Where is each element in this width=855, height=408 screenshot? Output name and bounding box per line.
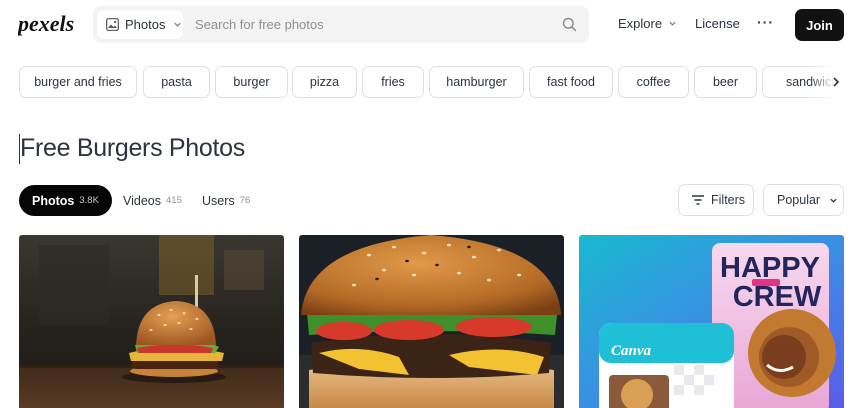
photo-card-3-ad[interactable]: HAPPY CREW Canva bbox=[579, 235, 844, 408]
image-icon bbox=[106, 18, 119, 31]
tab-users-label: Users bbox=[202, 193, 235, 208]
explore-menu[interactable]: Explore bbox=[618, 16, 677, 31]
search-type-dropdown[interactable]: Photos bbox=[97, 10, 183, 39]
chevron-down-icon bbox=[669, 21, 676, 26]
cheeseburger-closeup-photo bbox=[299, 235, 564, 408]
search-bar: Photos bbox=[93, 6, 589, 43]
canva-promo-image: HAPPY CREW Canva bbox=[579, 235, 844, 408]
tab-photos-label: Photos bbox=[32, 193, 75, 208]
burger-table-photo bbox=[19, 235, 284, 408]
tab-videos[interactable]: Videos 415 bbox=[123, 185, 182, 216]
search-type-label: Photos bbox=[125, 17, 166, 32]
search-icon[interactable] bbox=[562, 17, 577, 32]
pexels-logo[interactable]: pexels bbox=[18, 9, 76, 39]
filters-label: Filters bbox=[711, 193, 746, 207]
explore-label: Explore bbox=[618, 16, 663, 31]
chip-fries[interactable]: fries bbox=[362, 66, 424, 98]
more-menu-button[interactable]: ··· bbox=[757, 14, 774, 30]
filters-button[interactable]: Filters bbox=[678, 184, 754, 216]
tab-users-count: 76 bbox=[239, 195, 251, 206]
tab-photos-count: 3.8K bbox=[79, 195, 99, 206]
filter-icon bbox=[692, 195, 704, 205]
chip-beer[interactable]: beer bbox=[694, 66, 757, 98]
chevron-down-icon bbox=[830, 198, 837, 203]
ad-brand-text: Canva bbox=[611, 343, 652, 359]
tab-users[interactable]: Users 76 bbox=[202, 185, 250, 216]
chip-coffee[interactable]: coffee bbox=[618, 66, 689, 98]
related-searches-bar: burger and fries pasta burger pizza frie… bbox=[19, 66, 855, 99]
chip-pasta[interactable]: pasta bbox=[143, 66, 210, 98]
sort-dropdown[interactable]: Popular bbox=[763, 184, 844, 216]
tab-photos[interactable]: Photos 3.8K bbox=[19, 185, 112, 216]
photo-card-2[interactable] bbox=[299, 235, 564, 408]
search-input[interactable] bbox=[195, 15, 535, 34]
page-title: Free Burgers Photos bbox=[20, 134, 245, 162]
chevron-right-icon[interactable] bbox=[830, 76, 842, 88]
chip-fast-food[interactable]: fast food bbox=[529, 66, 613, 98]
chip-burger-and-fries[interactable]: burger and fries bbox=[19, 66, 137, 98]
license-link[interactable]: License bbox=[695, 16, 740, 31]
tab-videos-count: 415 bbox=[166, 195, 182, 206]
tab-videos-label: Videos bbox=[123, 193, 161, 208]
chip-burger[interactable]: burger bbox=[215, 66, 288, 98]
chevron-down-icon bbox=[174, 22, 182, 27]
chip-hamburger[interactable]: hamburger bbox=[429, 66, 524, 98]
join-button[interactable]: Join bbox=[795, 9, 844, 41]
top-navbar: pexels Photos Explore License ··· Join bbox=[0, 0, 855, 50]
chip-pizza[interactable]: pizza bbox=[292, 66, 357, 98]
sort-label: Popular bbox=[777, 193, 821, 207]
svg-text:pexels: pexels bbox=[18, 11, 74, 36]
photo-card-1[interactable] bbox=[19, 235, 284, 408]
